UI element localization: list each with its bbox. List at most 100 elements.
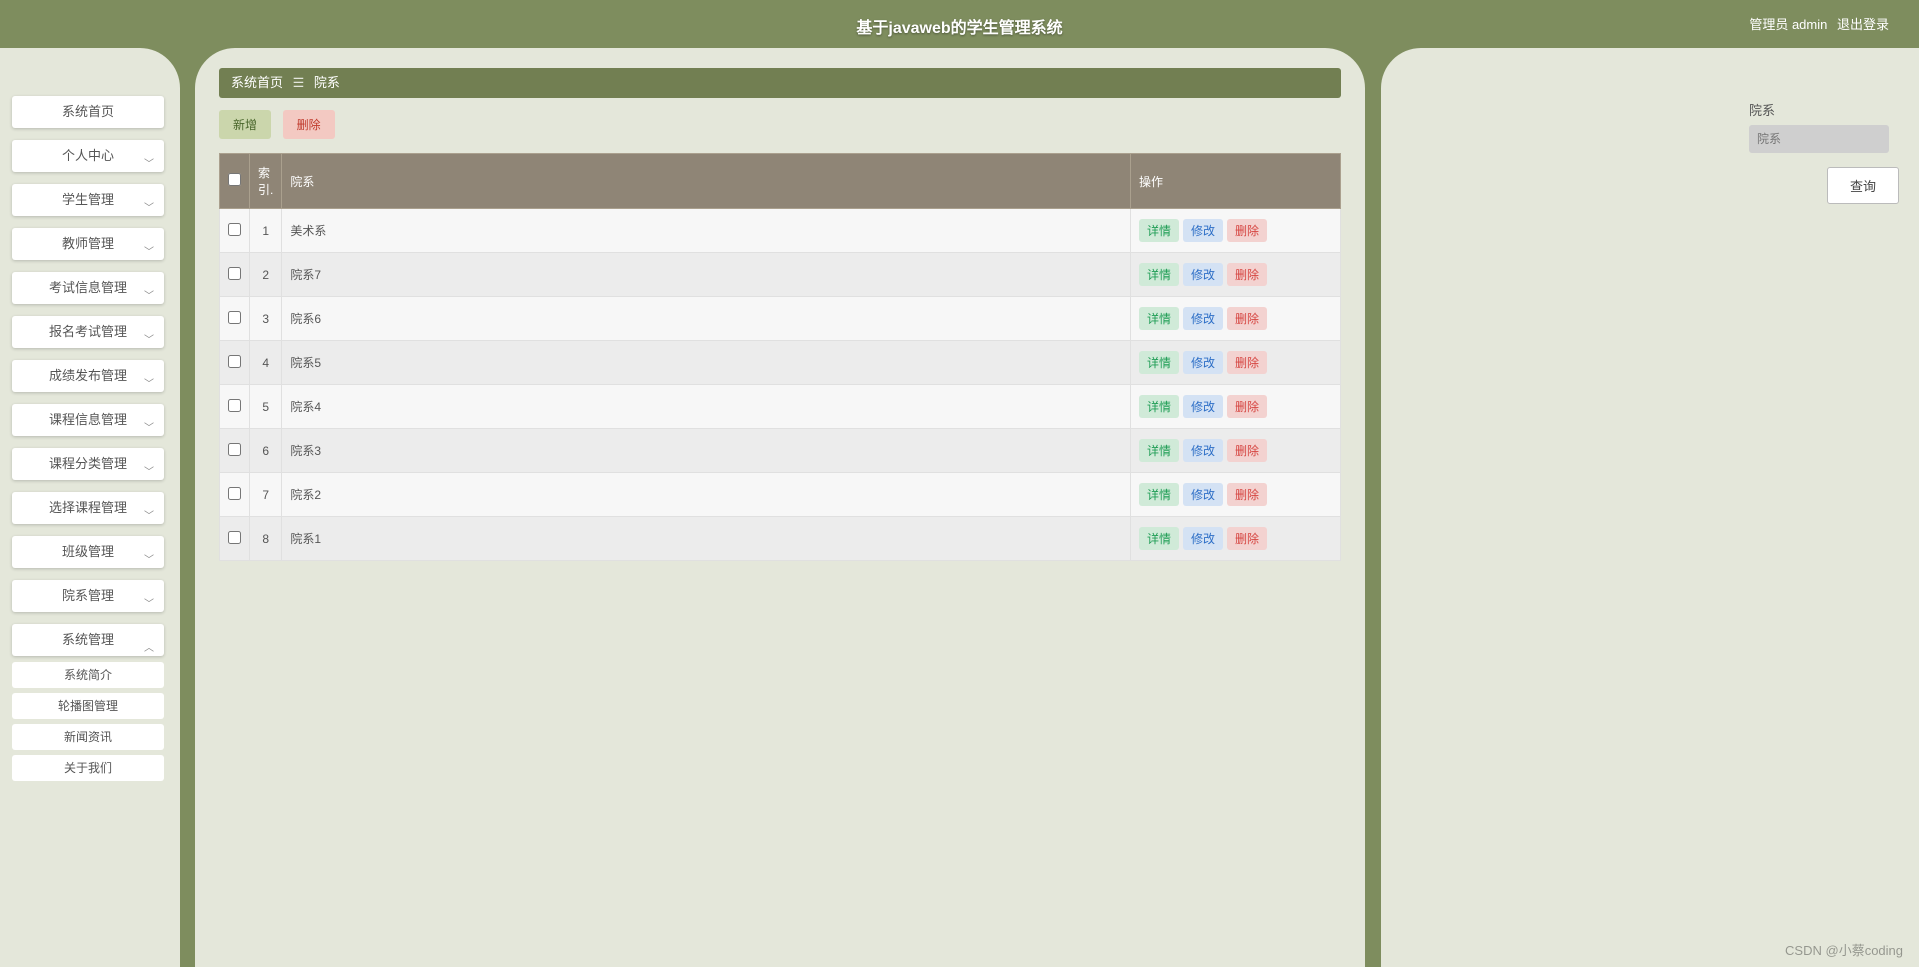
edit-button[interactable]: 修改	[1183, 439, 1223, 462]
sidebar-subitem-1[interactable]: 轮播图管理	[12, 693, 164, 719]
edit-button[interactable]: 修改	[1183, 351, 1223, 374]
row-name: 院系2	[282, 473, 1131, 517]
row-checkbox[interactable]	[228, 311, 241, 324]
sidebar-item-10[interactable]: 班级管理﹀	[12, 536, 164, 568]
row-index: 8	[250, 517, 282, 561]
detail-button[interactable]: 详情	[1139, 351, 1179, 374]
filter-input[interactable]	[1749, 125, 1889, 153]
row-checkbox[interactable]	[228, 355, 241, 368]
filter-panel: 院系 查询	[1749, 100, 1899, 204]
row-delete-button[interactable]: 删除	[1227, 263, 1267, 286]
sidebar-subitem-3[interactable]: 关于我们	[12, 755, 164, 781]
sidebar-item-1[interactable]: 个人中心﹀	[12, 140, 164, 172]
select-all-checkbox[interactable]	[228, 173, 241, 186]
col-name: 院系	[282, 154, 1131, 209]
sidebar-item-6[interactable]: 成绩发布管理﹀	[12, 360, 164, 392]
sidebar-item-0[interactable]: 系统首页	[12, 96, 164, 128]
edit-button[interactable]: 修改	[1183, 307, 1223, 330]
row-delete-button[interactable]: 删除	[1227, 483, 1267, 506]
row-delete-button[interactable]: 删除	[1227, 527, 1267, 550]
chevron-down-icon: ﹀	[144, 237, 154, 269]
chevron-down-icon: ﹀	[144, 413, 154, 445]
edit-button[interactable]: 修改	[1183, 219, 1223, 242]
row-name: 美术系	[282, 209, 1131, 253]
sidebar-item-7[interactable]: 课程信息管理﹀	[12, 404, 164, 436]
sidebar-item-4[interactable]: 考试信息管理﹀	[12, 272, 164, 304]
col-index: 索引.	[250, 154, 282, 209]
toolbar: 新增 删除	[219, 110, 1341, 139]
sidebar-item-5[interactable]: 报名考试管理﹀	[12, 316, 164, 348]
app-title: 基于javaweb的学生管理系统	[856, 14, 1062, 38]
chevron-down-icon: ﹀	[144, 589, 154, 621]
row-name: 院系6	[282, 297, 1131, 341]
row-name: 院系7	[282, 253, 1131, 297]
sidebar-item-12[interactable]: 系统管理︿	[12, 624, 164, 656]
user-box: 管理员 admin 退出登录	[1743, 14, 1889, 33]
row-checkbox[interactable]	[228, 443, 241, 456]
row-checkbox[interactable]	[228, 267, 241, 280]
row-delete-button[interactable]: 删除	[1227, 395, 1267, 418]
breadcrumb-home[interactable]: 系统首页	[231, 75, 283, 90]
row-ops: 详情修改删除	[1131, 341, 1341, 385]
detail-button[interactable]: 详情	[1139, 307, 1179, 330]
row-index: 2	[250, 253, 282, 297]
row-ops: 详情修改删除	[1131, 253, 1341, 297]
sidebar-item-8[interactable]: 课程分类管理﹀	[12, 448, 164, 480]
filter-label: 院系	[1749, 100, 1899, 119]
admin-label[interactable]: 管理员 admin	[1749, 17, 1827, 32]
sidebar-item-3[interactable]: 教师管理﹀	[12, 228, 164, 260]
row-checkbox[interactable]	[228, 531, 241, 544]
row-name: 院系4	[282, 385, 1131, 429]
row-checkbox[interactable]	[228, 399, 241, 412]
chevron-down-icon: ﹀	[144, 149, 154, 181]
sidebar-item-11[interactable]: 院系管理﹀	[12, 580, 164, 612]
detail-button[interactable]: 详情	[1139, 395, 1179, 418]
detail-button[interactable]: 详情	[1139, 527, 1179, 550]
sidebar-item-9[interactable]: 选择课程管理﹀	[12, 492, 164, 524]
col-checkbox	[220, 154, 250, 209]
detail-button[interactable]: 详情	[1139, 219, 1179, 242]
row-delete-button[interactable]: 删除	[1227, 307, 1267, 330]
sidebar-subitem-0[interactable]: 系统简介	[12, 662, 164, 688]
row-index: 3	[250, 297, 282, 341]
table-row: 3院系6 详情修改删除	[220, 297, 1341, 341]
chevron-down-icon: ﹀	[144, 457, 154, 489]
row-index: 5	[250, 385, 282, 429]
data-table: 索引. 院系 操作 1美术系详情修改删除2院系7详情修改删除3院系6详情修改删除…	[219, 153, 1341, 561]
detail-button[interactable]: 详情	[1139, 483, 1179, 506]
breadcrumb-current: 院系	[314, 75, 340, 90]
add-button[interactable]: 新增	[219, 110, 271, 139]
chevron-down-icon: ﹀	[144, 545, 154, 577]
row-ops: 详情修改删除	[1131, 209, 1341, 253]
breadcrumb: 系统首页 ☰ 院系	[219, 68, 1341, 98]
table-row: 5院系4 详情修改删除	[220, 385, 1341, 429]
table-row: 1美术系详情修改删除	[220, 209, 1341, 253]
detail-button[interactable]: 详情	[1139, 439, 1179, 462]
query-button[interactable]: 查询	[1827, 167, 1899, 204]
logout-link[interactable]: 退出登录	[1837, 17, 1889, 32]
table-row: 2院系7详情修改删除	[220, 253, 1341, 297]
chevron-down-icon: ﹀	[144, 193, 154, 225]
delete-button[interactable]: 删除	[283, 110, 335, 139]
edit-button[interactable]: 修改	[1183, 527, 1223, 550]
detail-button[interactable]: 详情	[1139, 263, 1179, 286]
col-ops: 操作	[1131, 154, 1341, 209]
row-index: 4	[250, 341, 282, 385]
sidebar-item-2[interactable]: 学生管理﹀	[12, 184, 164, 216]
table-row: 6院系3详情修改删除	[220, 429, 1341, 473]
row-delete-button[interactable]: 删除	[1227, 219, 1267, 242]
row-name: 院系3	[282, 429, 1131, 473]
row-checkbox[interactable]	[228, 487, 241, 500]
edit-button[interactable]: 修改	[1183, 395, 1223, 418]
row-delete-button[interactable]: 删除	[1227, 439, 1267, 462]
row-checkbox[interactable]	[228, 223, 241, 236]
row-ops: 详情修改删除	[1131, 473, 1341, 517]
row-delete-button[interactable]: 删除	[1227, 351, 1267, 374]
table-row: 7院系2详情修改删除	[220, 473, 1341, 517]
edit-button[interactable]: 修改	[1183, 263, 1223, 286]
row-ops: 详情修改删除	[1131, 517, 1341, 561]
row-name: 院系5	[282, 341, 1131, 385]
sidebar-subitem-2[interactable]: 新闻资讯	[12, 724, 164, 750]
watermark: CSDN @小蔡coding	[1785, 940, 1903, 959]
edit-button[interactable]: 修改	[1183, 483, 1223, 506]
